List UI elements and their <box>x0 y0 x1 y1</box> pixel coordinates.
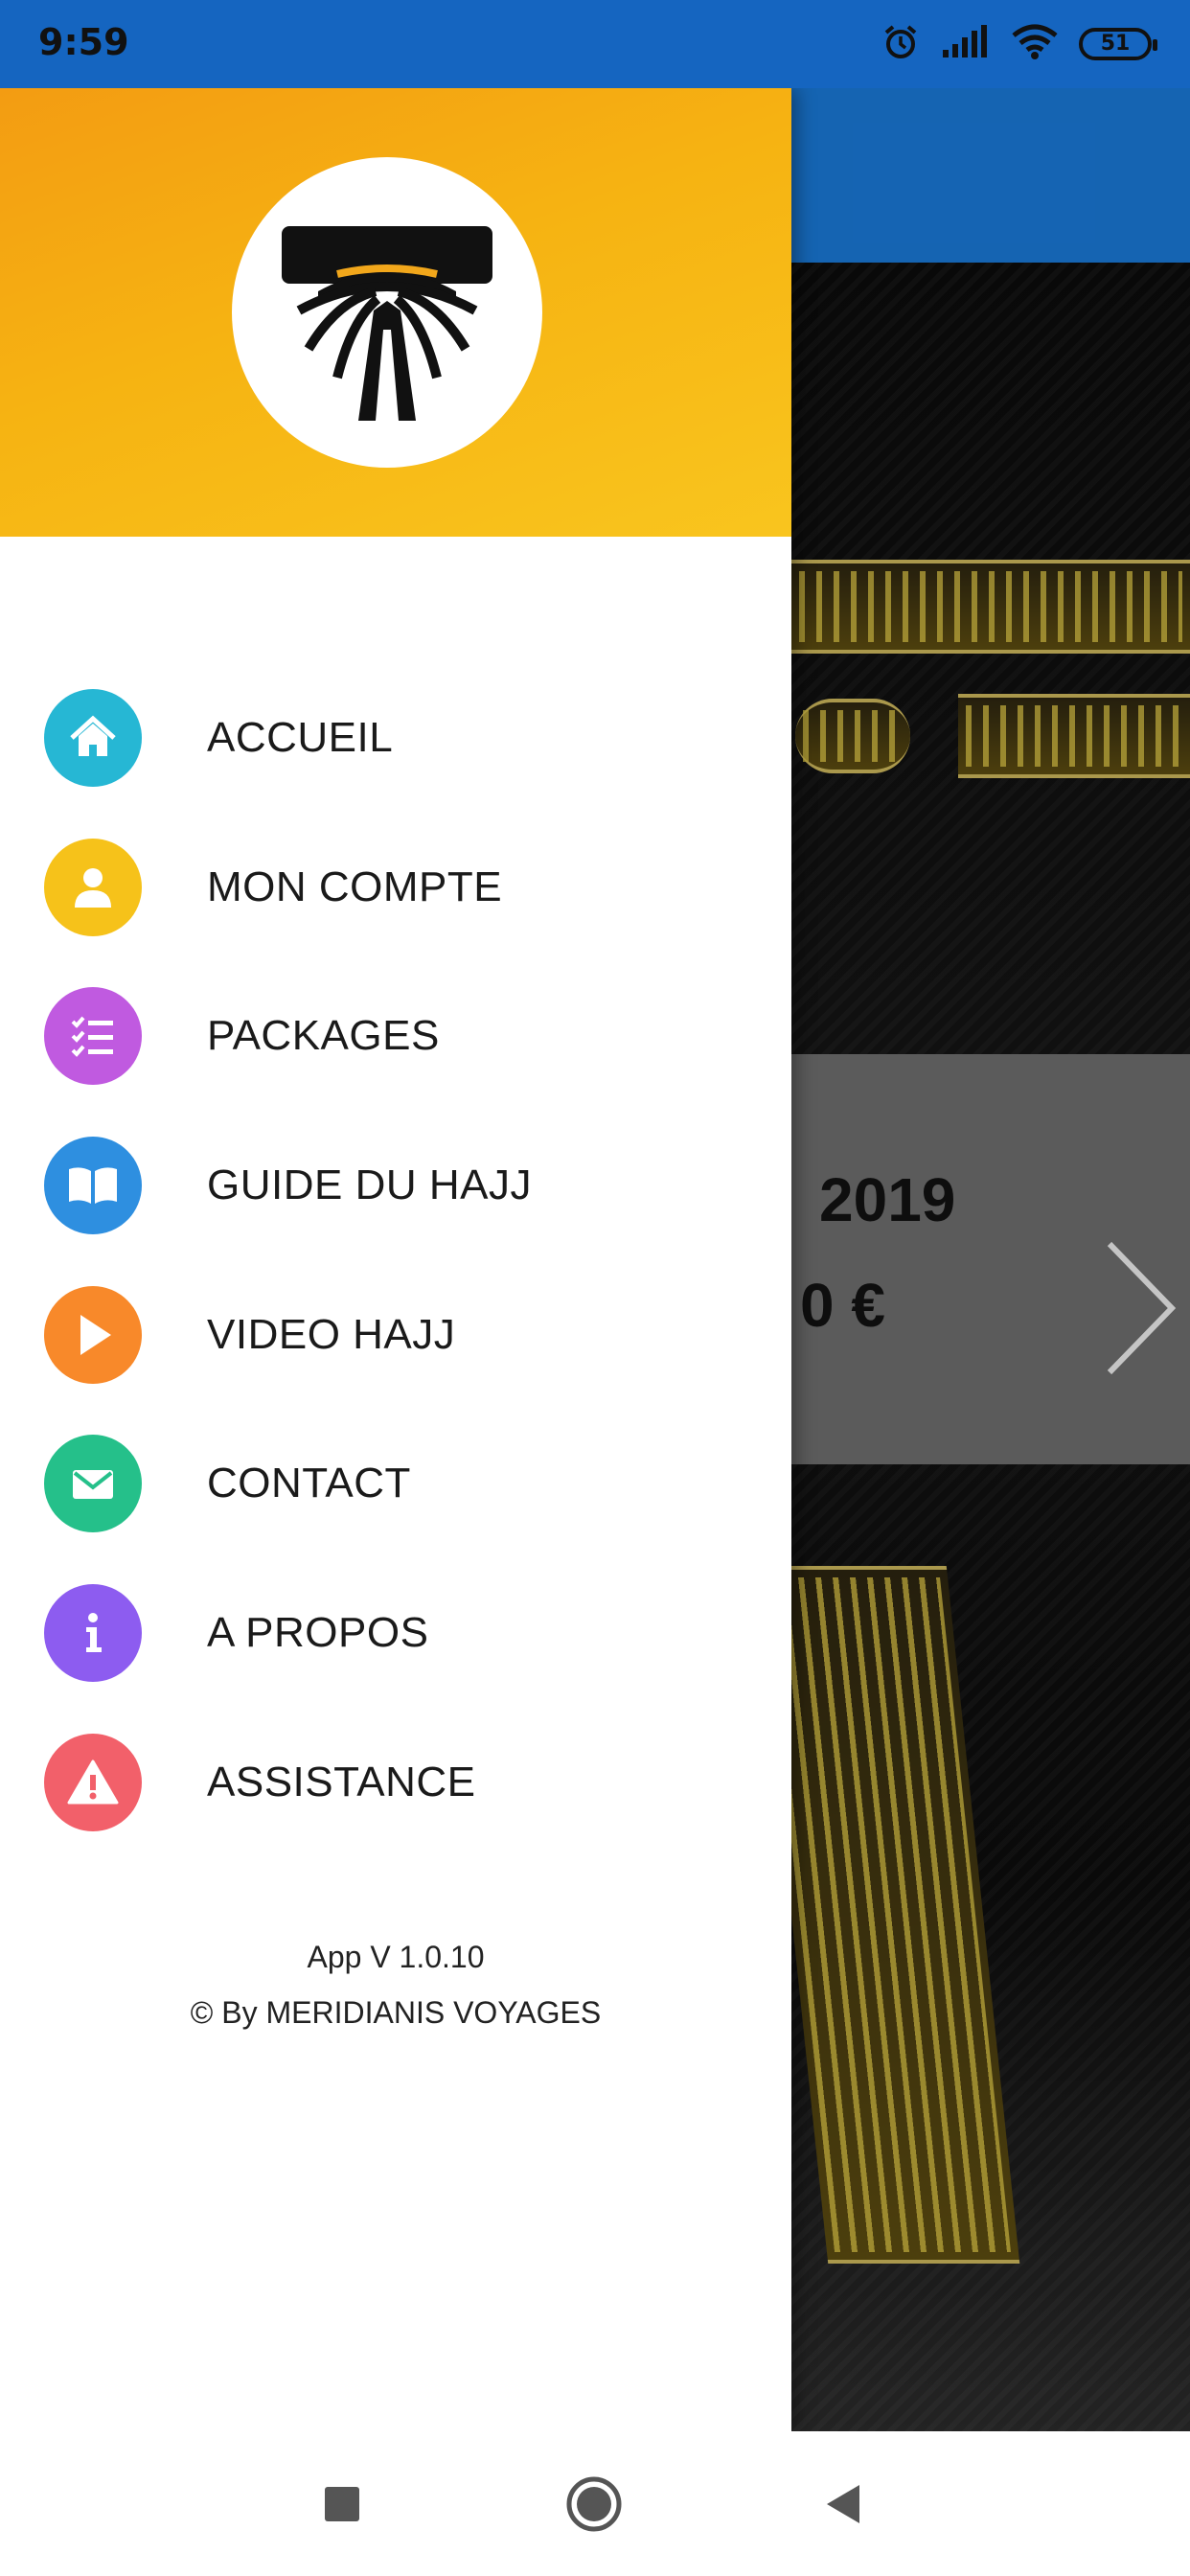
battery-icon: 51 <box>1079 28 1157 60</box>
menu-item-contact[interactable]: CONTACT <box>0 1409 791 1558</box>
navigation-drawer: ACCUEIL MON COMPTE PACKAGES GUIDE DU HAJ… <box>0 88 791 2431</box>
menu-label: PACKAGES <box>207 1012 440 1060</box>
play-icon <box>44 1285 142 1384</box>
warning-icon <box>44 1733 142 1831</box>
menu-label: MON COMPTE <box>207 862 503 910</box>
menu-label: ACCUEIL <box>207 713 394 761</box>
menu-item-video-hajj[interactable]: VIDEO HAJJ <box>0 1260 791 1410</box>
alarm-icon <box>881 23 920 66</box>
app-logo <box>232 157 542 468</box>
menu-label: VIDEO HAJJ <box>207 1310 456 1358</box>
drawer-header <box>0 88 791 537</box>
menu-item-guide-du-hajj[interactable]: GUIDE DU HAJJ <box>0 1111 791 1260</box>
menu-item-assistance[interactable]: ASSISTANCE <box>0 1708 791 1857</box>
menu-label: GUIDE DU HAJJ <box>207 1161 532 1208</box>
status-time: 9:59 <box>38 21 129 63</box>
menu-label: CONTACT <box>207 1460 411 1507</box>
menu-label: A PROPOS <box>207 1608 429 1656</box>
info-icon <box>44 1583 142 1682</box>
back-button[interactable] <box>814 2475 872 2533</box>
signal-icon <box>941 24 991 64</box>
copyright-text: © By MERIDIANIS VOYAGES <box>190 1995 602 2030</box>
drawer-menu: ACCUEIL MON COMPTE PACKAGES GUIDE DU HAJ… <box>0 663 791 1857</box>
status-bar: 9:59 51 <box>0 0 1190 88</box>
status-icons: 51 <box>881 21 1157 67</box>
app-version: App V 1.0.10 <box>307 1940 485 1974</box>
user-icon <box>44 838 142 936</box>
menu-item-packages[interactable]: PACKAGES <box>0 961 791 1111</box>
home-icon <box>44 688 142 787</box>
wifi-icon <box>1012 24 1058 65</box>
mail-icon <box>44 1435 142 1533</box>
menu-item-accueil[interactable]: ACCUEIL <box>0 663 791 813</box>
menu-label: ASSISTANCE <box>207 1758 476 1806</box>
home-button[interactable] <box>565 2475 623 2533</box>
menu-item-mon-compte[interactable]: MON COMPTE <box>0 813 791 962</box>
book-icon <box>44 1136 142 1234</box>
checklist-icon <box>44 987 142 1086</box>
recents-button[interactable] <box>313 2475 371 2533</box>
system-nav-bar <box>0 2431 1190 2576</box>
menu-item-a-propos[interactable]: A PROPOS <box>0 1558 791 1708</box>
